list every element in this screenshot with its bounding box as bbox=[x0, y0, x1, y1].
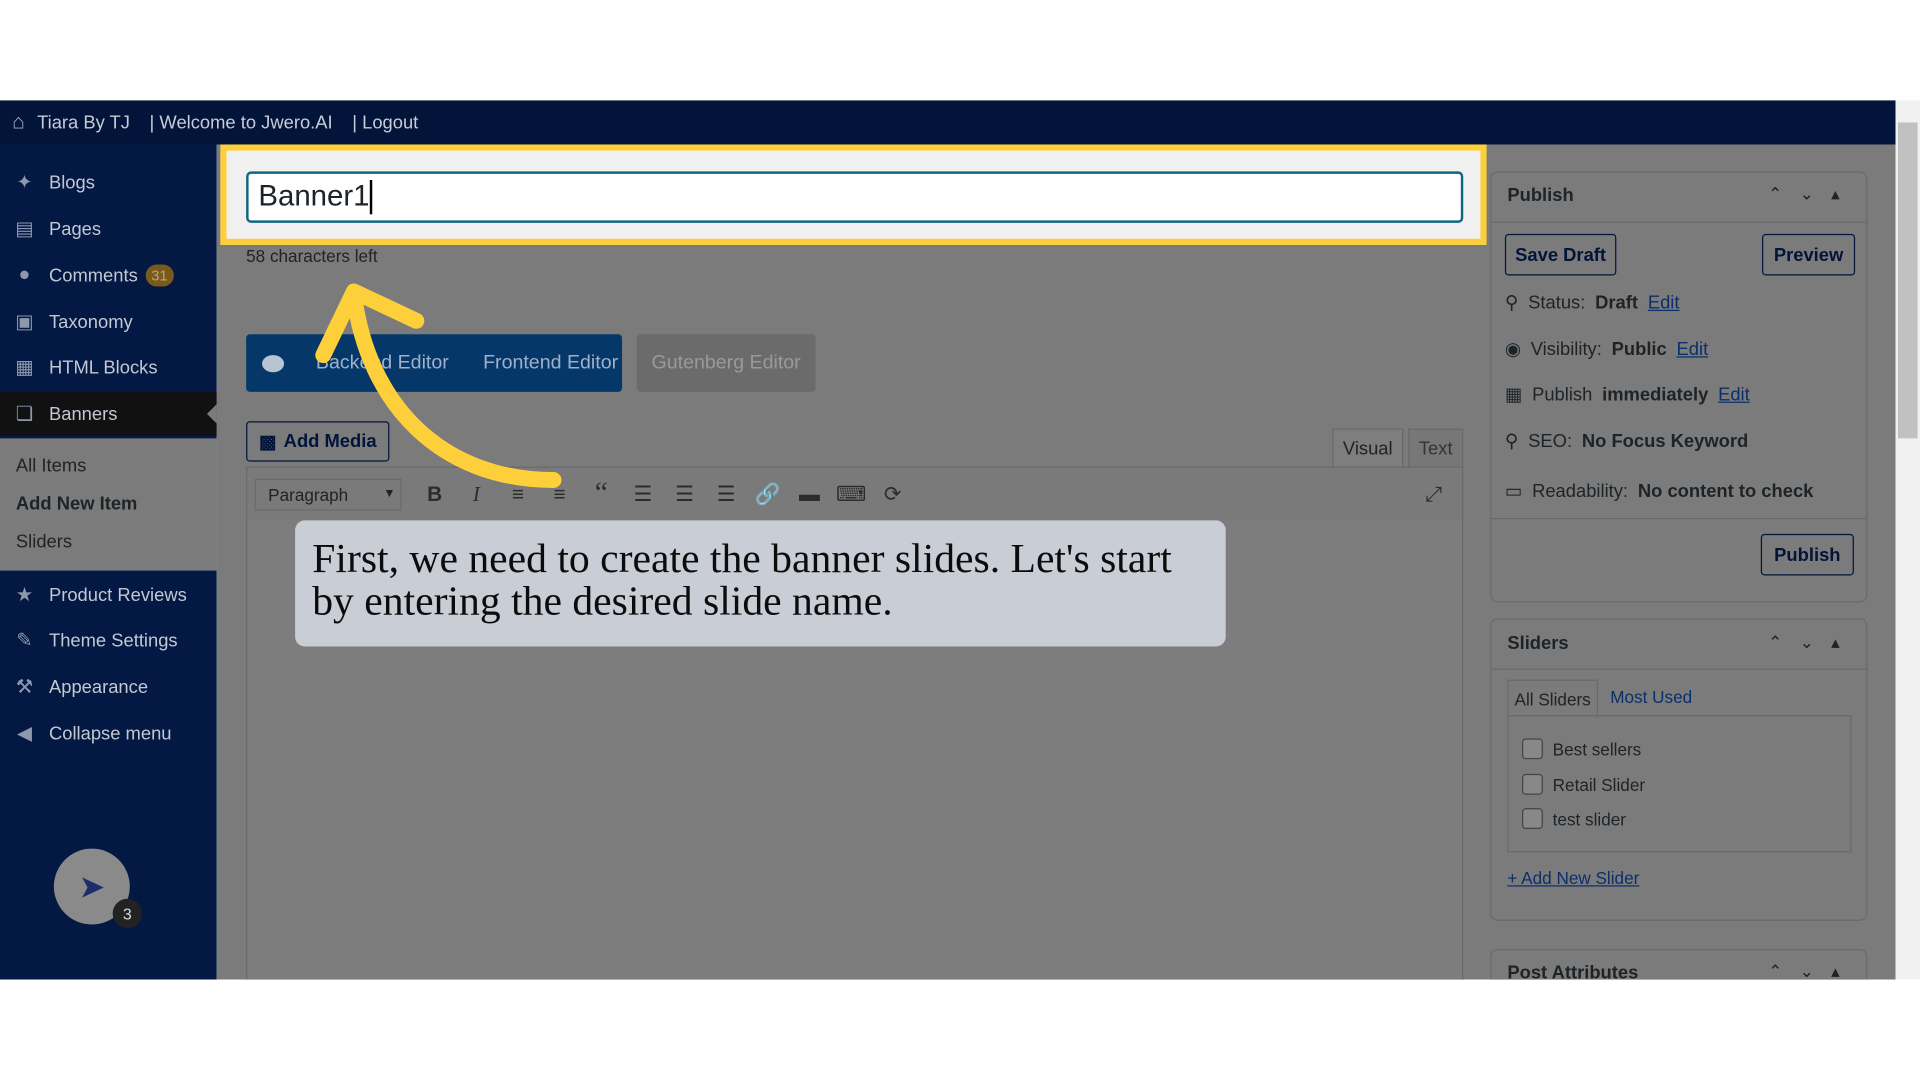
pointer-arrow-icon bbox=[315, 283, 562, 488]
